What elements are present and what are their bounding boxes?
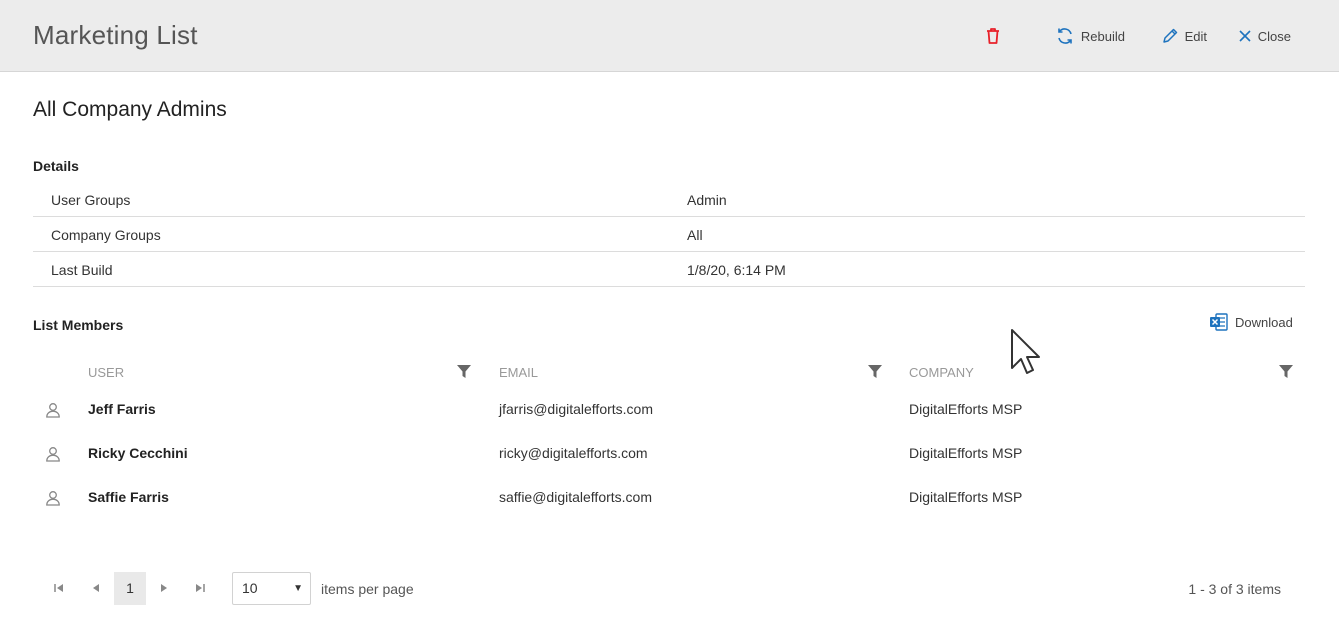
cell-user: Jeff Farris bbox=[88, 401, 156, 417]
cell-email: jfarris@digitalefforts.com bbox=[499, 401, 653, 417]
table-row[interactable]: Ricky Cecchini ricky@digitalefforts.com … bbox=[33, 431, 1295, 475]
cell-user: Saffie Farris bbox=[88, 489, 169, 505]
grid-header: USER EMAIL COMPANY bbox=[33, 357, 1295, 387]
user-icon bbox=[46, 447, 60, 462]
edit-button[interactable]: Edit bbox=[1161, 24, 1207, 48]
close-button[interactable]: Close bbox=[1238, 24, 1291, 48]
edit-label: Edit bbox=[1184, 28, 1207, 44]
prev-page-icon[interactable] bbox=[91, 581, 101, 595]
table-row[interactable]: Saffie Farris saffie@digitalefforts.com … bbox=[33, 475, 1295, 519]
mouse-cursor-icon bbox=[1011, 329, 1040, 374]
page-size-value: 10 bbox=[242, 580, 258, 596]
details-table: User Groups Admin Company Groups All Las… bbox=[33, 182, 1305, 287]
first-page-icon[interactable] bbox=[53, 581, 65, 595]
cell-email: ricky@digitalefforts.com bbox=[499, 445, 648, 461]
trash-icon bbox=[987, 28, 999, 44]
page-current-button[interactable]: 1 bbox=[114, 572, 146, 605]
members-section-label: List Members bbox=[33, 317, 124, 333]
column-header-email[interactable]: EMAIL bbox=[499, 365, 538, 380]
last-page-icon[interactable] bbox=[194, 581, 206, 595]
cell-email: saffie@digitalefforts.com bbox=[499, 489, 652, 505]
detail-value: Admin bbox=[687, 192, 727, 208]
column-header-user[interactable]: USER bbox=[88, 365, 124, 380]
close-label: Close bbox=[1257, 28, 1291, 44]
filter-icon[interactable] bbox=[457, 365, 471, 379]
next-page-icon[interactable] bbox=[159, 581, 169, 595]
pager: 1 10 ▼ items per page 1 - 3 of 3 items bbox=[33, 572, 1295, 606]
members-grid: USER EMAIL COMPANY Jeff Farris jfarris@d… bbox=[33, 357, 1295, 519]
page-size-select[interactable]: 10 ▼ bbox=[232, 572, 311, 605]
refresh-icon bbox=[1058, 28, 1072, 44]
pager-info: 1 - 3 of 3 items bbox=[1188, 581, 1281, 597]
detail-key: Last Build bbox=[51, 262, 113, 278]
detail-row-company-groups: Company Groups All bbox=[33, 217, 1305, 252]
download-label: Download bbox=[1235, 314, 1293, 330]
excel-icon bbox=[1210, 313, 1228, 331]
caret-down-icon: ▼ bbox=[293, 583, 303, 594]
delete-button[interactable] bbox=[985, 24, 1001, 48]
download-button[interactable]: Download bbox=[1209, 312, 1293, 332]
column-header-company[interactable]: COMPANY bbox=[909, 365, 974, 380]
detail-value: All bbox=[687, 227, 703, 243]
detail-row-last-build: Last Build 1/8/20, 6:14 PM bbox=[33, 252, 1305, 287]
close-icon bbox=[1239, 30, 1251, 42]
detail-row-user-groups: User Groups Admin bbox=[33, 182, 1305, 217]
detail-key: User Groups bbox=[51, 192, 131, 208]
filter-icon[interactable] bbox=[868, 365, 882, 379]
record-title: All Company Admins bbox=[33, 98, 227, 121]
details-section-label: Details bbox=[33, 158, 79, 174]
detail-key: Company Groups bbox=[51, 227, 161, 243]
cell-company: DigitalEfforts MSP bbox=[909, 401, 1023, 417]
table-row[interactable]: Jeff Farris jfarris@digitalefforts.com D… bbox=[33, 387, 1295, 431]
cell-company: DigitalEfforts MSP bbox=[909, 489, 1023, 505]
items-per-page-label: items per page bbox=[321, 581, 414, 597]
filter-icon[interactable] bbox=[1279, 365, 1293, 379]
pencil-icon bbox=[1162, 28, 1177, 43]
user-icon bbox=[46, 491, 60, 506]
cell-user: Ricky Cecchini bbox=[88, 445, 188, 461]
rebuild-label: Rebuild bbox=[1080, 28, 1125, 44]
cell-company: DigitalEfforts MSP bbox=[909, 445, 1023, 461]
app-title: Marketing List bbox=[33, 20, 198, 50]
header-bar: Marketing List Rebuild Edit Close bbox=[0, 0, 1339, 72]
detail-value: 1/8/20, 6:14 PM bbox=[687, 262, 786, 278]
user-icon bbox=[46, 403, 60, 418]
rebuild-button[interactable]: Rebuild bbox=[1055, 24, 1125, 48]
